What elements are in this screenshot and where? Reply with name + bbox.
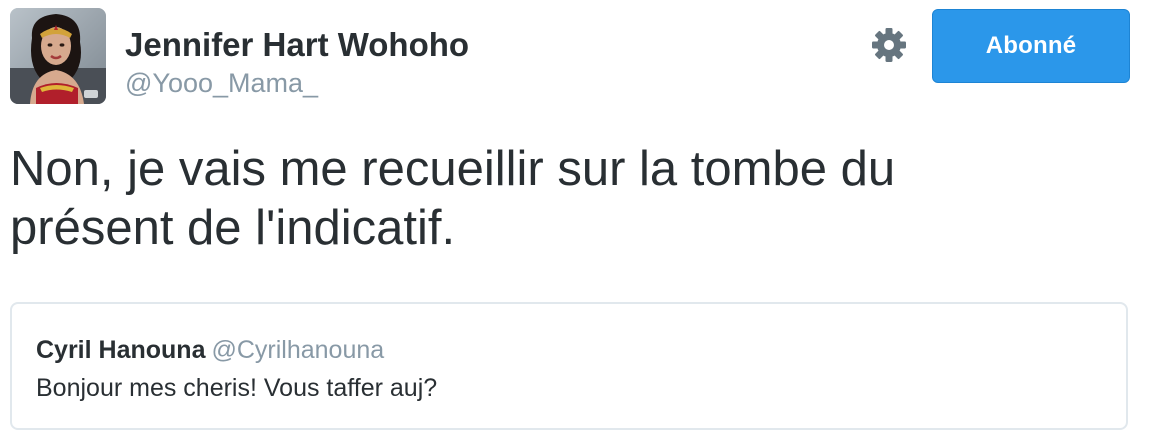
- gear-icon[interactable]: [870, 26, 908, 64]
- quoted-tweet[interactable]: Cyril Hanouna @Cyrilhanouna Bonjour mes c…: [10, 302, 1128, 430]
- quoted-tweet-text: Bonjour mes cheris! Vous taffer auj?: [36, 374, 438, 402]
- tweet-text: Non, je vais me recueillir sur la tombe …: [10, 142, 896, 255]
- author-display-name[interactable]: Jennifer Hart Wohoho: [125, 26, 469, 64]
- avatar-image: [10, 8, 106, 104]
- author-screen-name[interactable]: @Yooo_Mama_: [125, 66, 469, 100]
- quoted-author-name: Cyril Hanouna: [36, 336, 206, 364]
- avatar[interactable]: [10, 8, 106, 104]
- quoted-author-handle: @Cyrilhanouna: [211, 336, 385, 364]
- tweet-header: Jennifer Hart Wohoho @Yooo_Mama_ Abonné: [10, 8, 1130, 104]
- quoted-tweet-header: Cyril Hanouna @Cyrilhanouna: [36, 336, 384, 365]
- author-names: Jennifer Hart Wohoho @Yooo_Mama_: [125, 26, 469, 100]
- follow-button[interactable]: Abonné: [932, 9, 1130, 83]
